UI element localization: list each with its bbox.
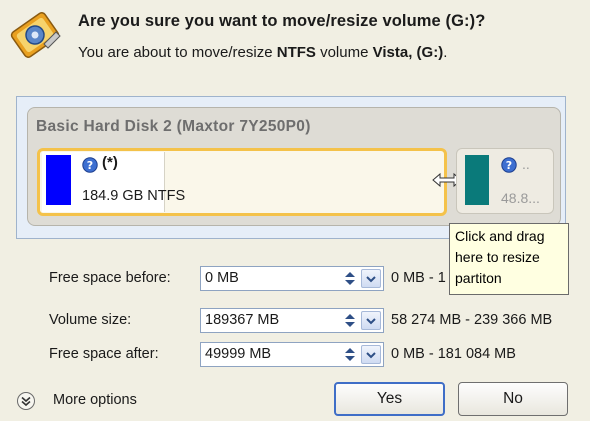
more-options-link[interactable]: More options (53, 392, 137, 408)
volume-size-value[interactable]: 189367 MB (205, 312, 279, 328)
yes-button[interactable]: Yes (334, 382, 445, 416)
next-volume-color-bar (465, 155, 489, 205)
up-down-spinner-icon[interactable] (343, 270, 357, 287)
double-chevron-down-icon[interactable] (16, 391, 36, 411)
subtitle-suffix: . (443, 44, 448, 61)
subtitle-prefix: You are about to move/resize (78, 44, 277, 61)
dialog-title: Are you sure you want to move/resize vol… (78, 12, 486, 30)
subtitle-volume: Vista, (G:) (372, 44, 444, 61)
volume-size-label: 184.9 GB NTFS (82, 188, 186, 204)
free-space-after-field[interactable]: 49999 MB (200, 342, 384, 367)
free-space-before-label: Free space before: (49, 270, 171, 286)
volume-size-field[interactable]: 189367 MB (200, 308, 384, 333)
free-space-after-value[interactable]: 49999 MB (205, 346, 271, 362)
volume-label: (*) (102, 154, 118, 171)
question-icon: ? (501, 157, 517, 173)
free-space-before-value[interactable]: 0 MB (205, 270, 239, 286)
subtitle-mid: volume (315, 44, 373, 61)
volume-color-bar (46, 155, 71, 205)
next-volume-label: .. (522, 156, 530, 172)
chevron-down-icon[interactable] (361, 311, 381, 330)
resize-tooltip: Click and drag here to resize partiton (449, 223, 569, 295)
chevron-down-icon[interactable] (361, 345, 381, 364)
no-button[interactable]: No (458, 382, 568, 416)
tooltip-line: here to resize (455, 249, 540, 265)
subtitle-fs: NTFS (276, 44, 316, 61)
free-space-after-range: 0 MB - 181 084 MB (391, 346, 516, 362)
tooltip-line: Click and drag (455, 228, 545, 244)
tooltip-line: partiton (455, 270, 502, 286)
up-down-spinner-icon[interactable] (343, 346, 357, 363)
volume-size-label: Volume size: (49, 312, 132, 328)
free-space-before-field[interactable]: 0 MB (200, 266, 384, 291)
app-disk-icon (8, 8, 62, 58)
svg-text:?: ? (87, 159, 93, 172)
chevron-down-icon[interactable] (361, 269, 381, 288)
free-space-after-label: Free space after: (49, 346, 159, 362)
disk-title: Basic Hard Disk 2 (Maxtor 7Y250P0) (36, 118, 311, 135)
svg-text:?: ? (506, 159, 512, 172)
volume-size-range: 58 274 MB - 239 366 MB (391, 312, 553, 328)
dialog-subtitle: You are about to move/resize NTFS volume… (78, 44, 447, 61)
next-volume-size-label: 48.8... (501, 190, 540, 206)
free-space-before-range: 0 MB - 1 (391, 270, 446, 286)
up-down-spinner-icon[interactable] (343, 312, 357, 329)
question-icon: ? (82, 157, 98, 173)
